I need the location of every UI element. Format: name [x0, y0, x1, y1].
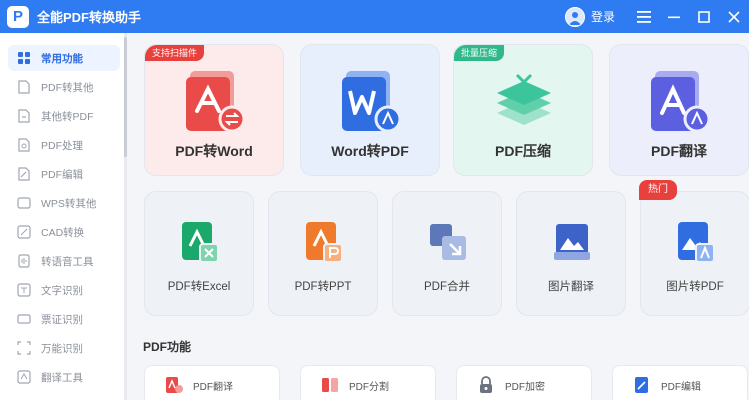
maximize-icon[interactable] [689, 0, 719, 33]
pdf-translate-small-icon [166, 377, 183, 393]
sidebar-item-wps[interactable]: WPS转其他 [8, 190, 120, 216]
item-label: PDF分割 [349, 381, 389, 393]
universal-scan-icon [17, 341, 31, 355]
sidebar-item-pdf-process[interactable]: PDF处理 [8, 132, 120, 158]
sidebar-item-voice[interactable]: 转语音工具 [8, 248, 120, 274]
sidebar-item-label: PDF处理 [41, 139, 83, 152]
sidebar: 常用功能 PDF转其他 其他转PDF PDF处理 PDF编辑 WPS转其他 CA… [0, 33, 127, 400]
card-label: 图片翻译 [548, 281, 594, 293]
card-label: 图片转PDF [666, 281, 724, 293]
tag-badge: 支持扫描件 [145, 45, 205, 61]
image-to-pdf-icon [678, 222, 715, 263]
card-label: PDF转Word [175, 143, 253, 159]
login-link[interactable]: 登录 [591, 8, 615, 25]
pdf-to-ppt-icon [306, 222, 343, 263]
app-title: 全能PDF转换助手 [37, 10, 142, 25]
card-label: PDF转PPT [294, 281, 352, 293]
pdf-to-excel-icon [182, 222, 219, 263]
item-pdf-translate[interactable]: PDF翻译 [144, 365, 280, 400]
voice-icon [17, 254, 31, 268]
sidebar-item-other-to-pdf[interactable]: 其他转PDF [8, 103, 120, 129]
close-icon[interactable] [719, 0, 749, 33]
ocr-icon [17, 283, 31, 297]
sidebar-item-translate[interactable]: 翻译工具 [8, 364, 120, 390]
title-bar-controls: 登录 [564, 0, 749, 33]
card-label: PDF翻译 [651, 143, 707, 159]
sidebar-item-pdf-edit[interactable]: PDF编辑 [8, 161, 120, 187]
card-pdf-to-excel[interactable]: PDF转Excel [144, 191, 254, 316]
pdf-convert-icon [17, 80, 31, 94]
home-icon [17, 51, 31, 65]
card-word-to-pdf[interactable]: Word转PDF [300, 44, 440, 176]
minimize-icon[interactable] [659, 0, 689, 33]
sidebar-item-label: 票证识别 [41, 313, 83, 326]
wps-icon [17, 196, 31, 210]
card-pdf-to-ppt[interactable]: PDF转PPT [268, 191, 378, 316]
to-pdf-icon [17, 109, 31, 123]
main-content: 支持扫描件 PDF转Word Word转PDF 批量压缩 PDF压缩 PDF翻译… [127, 33, 749, 400]
tag-badge: 批量压缩 [454, 45, 505, 61]
item-label: PDF翻译 [193, 381, 233, 393]
pdf-process-icon [17, 138, 31, 152]
item-label: PDF加密 [505, 381, 545, 393]
sidebar-item-label: 万能识别 [41, 342, 83, 355]
ticket-icon [17, 312, 31, 326]
card-label: PDF压缩 [495, 143, 551, 159]
sidebar-item-common[interactable]: 常用功能 [8, 45, 120, 71]
translate-icon [17, 370, 31, 384]
title-bar: P 全能PDF转换助手 登录 [0, 0, 749, 33]
sidebar-item-label: 翻译工具 [41, 371, 83, 384]
card-image-translate[interactable]: 图片翻译 [516, 191, 626, 316]
sidebar-item-label: CAD转换 [41, 226, 85, 239]
card-label: PDF合并 [424, 281, 470, 293]
sidebar-item-label: PDF编辑 [41, 168, 83, 181]
sidebar-item-label: 其他转PDF [41, 110, 94, 123]
pdf-edit-icon [17, 167, 31, 181]
card-label: Word转PDF [331, 143, 409, 159]
item-label: PDF编辑 [661, 381, 701, 393]
sidebar-item-universal[interactable]: 万能识别 [8, 335, 120, 361]
card-pdf-translate[interactable]: PDF翻译 [609, 44, 749, 176]
split-icon [322, 378, 338, 392]
word-to-pdf-icon [342, 71, 402, 133]
pdf-translate-icon [651, 71, 711, 133]
card-pdf-compress[interactable]: 批量压缩 PDF压缩 [453, 44, 593, 176]
sidebar-item-pdf-to-other[interactable]: PDF转其他 [8, 74, 120, 100]
card-label: PDF转Excel [167, 281, 231, 293]
item-pdf-split[interactable]: PDF分割 [300, 365, 436, 400]
sidebar-item-label: 文字识别 [41, 284, 83, 297]
cad-icon [17, 225, 31, 239]
user-avatar-icon[interactable] [564, 6, 585, 27]
sidebar-item-cad[interactable]: CAD转换 [8, 219, 120, 245]
item-pdf-encrypt[interactable]: PDF加密 [456, 365, 592, 400]
card-pdf-to-word[interactable]: 支持扫描件 PDF转Word [144, 44, 284, 176]
merge-icon [430, 224, 466, 260]
compress-icon [497, 73, 551, 125]
sidebar-item-label: 转语音工具 [41, 255, 94, 268]
hot-tag-badge: 热门 [639, 180, 677, 200]
item-pdf-edit[interactable]: PDF编辑 [612, 365, 748, 400]
section-title-pdf: PDF功能 [143, 340, 192, 354]
sidebar-item-ocr[interactable]: 文字识别 [8, 277, 120, 303]
lock-icon [480, 376, 492, 393]
sidebar-item-label: 常用功能 [41, 52, 83, 65]
image-translate-icon [554, 224, 590, 260]
card-pdf-merge[interactable]: PDF合并 [392, 191, 502, 316]
card-image-to-pdf[interactable]: 热门 图片转PDF [639, 180, 749, 316]
sidebar-item-ticket[interactable]: 票证识别 [8, 306, 120, 332]
app-logo: P [7, 5, 29, 28]
sidebar-item-label: PDF转其他 [41, 81, 94, 94]
edit-icon [635, 377, 648, 393]
menu-icon[interactable] [629, 0, 659, 33]
sidebar-item-label: WPS转其他 [41, 197, 97, 210]
pdf-to-word-icon [186, 71, 246, 133]
